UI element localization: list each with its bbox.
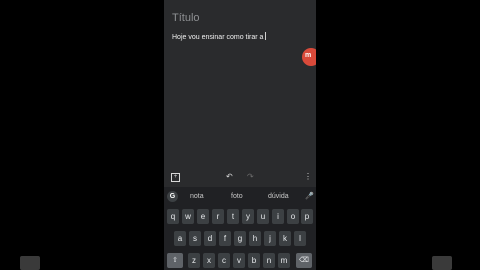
key-f[interactable]: f (219, 231, 231, 246)
suggestion-3[interactable]: dúvida (268, 193, 289, 200)
key-c[interactable]: c (218, 253, 230, 268)
add-box-icon[interactable]: + (171, 173, 180, 182)
key-b[interactable]: b (248, 253, 260, 268)
floating-action-button[interactable]: m (302, 48, 316, 66)
key-a[interactable]: a (174, 231, 186, 246)
suggestion-1[interactable]: nota (190, 193, 204, 200)
key-s[interactable]: s (189, 231, 201, 246)
note-body-text[interactable]: Hoje vou ensinar como tirar a (172, 32, 267, 41)
key-x[interactable]: x (203, 253, 215, 268)
key-h[interactable]: h (249, 231, 261, 246)
key-y[interactable]: y (242, 209, 254, 224)
redo-icon[interactable]: ↷ (247, 172, 254, 181)
key-u[interactable]: u (257, 209, 269, 224)
key-row-1: q w e r t y u i o p (164, 209, 316, 226)
more-options-icon[interactable]: ⋮ (304, 172, 312, 181)
key-k[interactable]: k (279, 231, 291, 246)
undo-icon[interactable]: ↶ (226, 172, 233, 181)
left-side-element (20, 256, 40, 270)
phone-screen: Título Hoje vou ensinar como tirar a m +… (164, 0, 316, 270)
key-j[interactable]: j (264, 231, 276, 246)
mic-icon[interactable]: 🎤 (305, 192, 314, 200)
key-p[interactable]: p (301, 209, 313, 224)
key-r[interactable]: r (212, 209, 224, 224)
shift-key[interactable]: ⇧ (167, 253, 183, 268)
key-row-2: a s d f g h j k l (164, 231, 316, 248)
suggestion-2[interactable]: foto (231, 193, 243, 200)
note-body-content: Hoje vou ensinar como tirar a (172, 34, 264, 41)
text-cursor (265, 32, 267, 40)
key-v[interactable]: v (233, 253, 245, 268)
editor-toolbar: + ↶ ↷ ⋮ (164, 170, 316, 185)
backspace-key[interactable]: ⌫ (296, 253, 312, 268)
key-w[interactable]: w (182, 209, 194, 224)
key-i[interactable]: i (272, 209, 284, 224)
right-side-element (432, 256, 452, 270)
suggestion-bar: G nota foto dúvida 🎤 (164, 187, 316, 205)
key-g[interactable]: g (234, 231, 246, 246)
key-e[interactable]: e (197, 209, 209, 224)
key-o[interactable]: o (287, 209, 299, 224)
key-m[interactable]: m (278, 253, 290, 268)
key-row-3: ⇧ z x c v b n m ⌫ (164, 253, 316, 270)
google-icon[interactable]: G (167, 191, 178, 202)
key-n[interactable]: n (263, 253, 275, 268)
key-t[interactable]: t (227, 209, 239, 224)
on-screen-keyboard: G nota foto dúvida 🎤 q w e r t y u i o p… (164, 187, 316, 270)
key-z[interactable]: z (188, 253, 200, 268)
note-title-input[interactable]: Título (172, 12, 200, 24)
key-q[interactable]: q (167, 209, 179, 224)
key-d[interactable]: d (204, 231, 216, 246)
key-l[interactable]: l (294, 231, 306, 246)
m-icon: m (305, 52, 312, 59)
